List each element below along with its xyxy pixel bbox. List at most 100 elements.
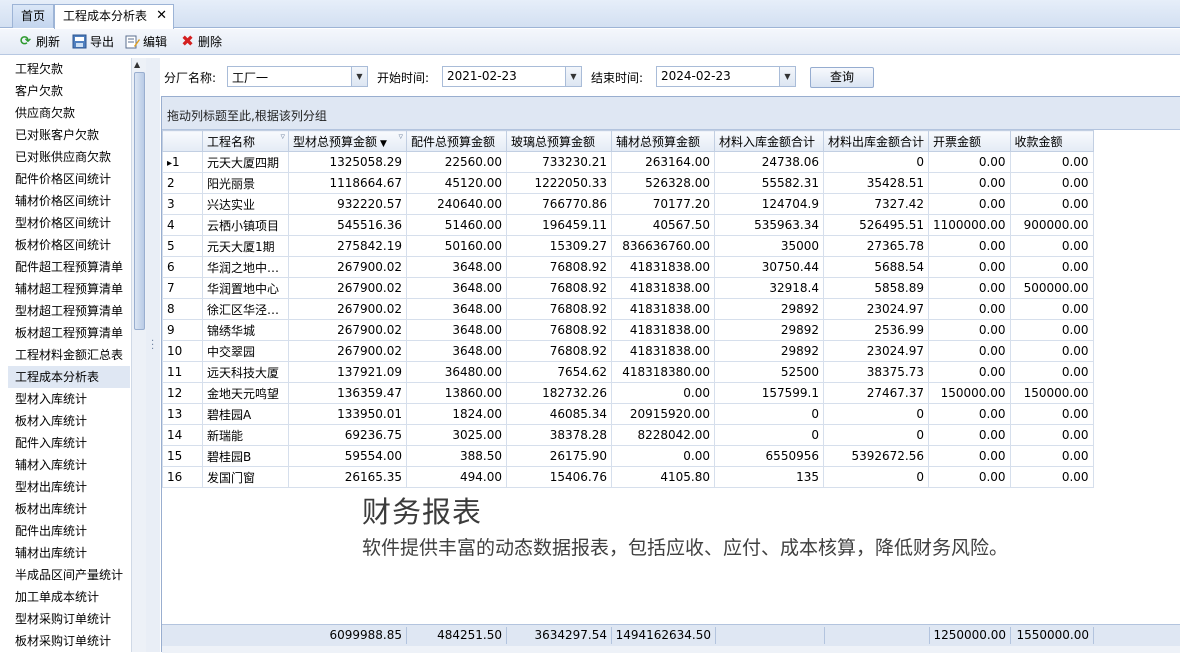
group-by-panel[interactable]: 拖动列标题至此,根据该列分组 [162,97,1180,130]
table-row[interactable]: 15 碧桂园B 59554.00 388.50 26175.90 0.00 6550956 5… [162,445,1094,467]
nav-item[interactable]: 已对账客户欠款 [8,124,130,146]
project-name-cell: 云栖小镇项目 [202,214,289,236]
column-header[interactable]: 玻璃总预算金额 [506,130,612,152]
table-row[interactable]: 8 徐汇区华泾… 267900.02 3648.00 76808.92 41831838.… [162,298,1094,320]
filter-icon[interactable]: ▿ [280,132,285,142]
table-row[interactable]: 12 金地天元鸣望 136359.47 13860.00 182732.26 0.00 15… [162,382,1094,404]
amount-cell: 29892 [714,298,824,320]
close-icon[interactable]: ✕ [156,5,167,27]
nav-item[interactable]: 型材价格区间统计 [8,212,130,234]
table-row[interactable]: 7 华润置地中心 267900.02 3648.00 76808.92 41831838.… [162,277,1094,299]
amount-cell: 267900.02 [288,277,407,299]
end-date-field[interactable]: 2024-02-23 ▼ [656,66,796,87]
row-number: 12 [167,386,183,400]
nav-item[interactable]: 辅材入库统计 [8,454,130,476]
nav-item[interactable]: 辅材出库统计 [8,542,130,564]
nav-item[interactable]: 已对账供应商欠款 [8,146,130,168]
factory-value: 工厂一 [232,71,269,85]
table-row[interactable]: ▸1 元天大厦四期 1325058.29 22560.00 733230.21 26316… [162,151,1094,173]
amount-cell: 3648.00 [406,298,507,320]
column-header[interactable]: 配件总预算金额 [406,130,507,152]
amount-cell: 0.00 [928,340,1011,362]
nav-item[interactable]: 工程成本分析表 [8,366,130,388]
row-number-cell: 9 [162,319,203,341]
edit-button[interactable]: 编辑 [123,33,167,51]
column-header[interactable]: 工程名称 ▿ [202,130,289,152]
amount-cell: 3648.00 [406,277,507,299]
nav-item[interactable]: 板材采购订单统计 [8,630,130,652]
table-row[interactable]: 13 碧桂园A 133950.01 1824.00 46085.34 20915920.0… [162,403,1094,425]
amount-cell: 900000.00 [1009,214,1094,236]
delete-button[interactable]: ✖ 删除 [178,33,222,51]
nav-item[interactable]: 辅材超工程预算清单 [8,278,130,300]
nav-item[interactable]: 配件价格区间统计 [8,168,130,190]
toolbar: ⟳ 刷新 导出 编辑 ✖ 删除 [0,29,1180,55]
column-header-label: 型材总预算金额 [293,134,378,149]
column-header[interactable]: 开票金额 [928,130,1011,152]
chevron-down-icon[interactable]: ▼ [779,67,795,86]
table-row[interactable]: 5 元天大厦1期 275842.19 50160.00 15309.27 83663676… [162,235,1094,257]
nav-item[interactable]: 半成品区间产量统计 [8,564,130,586]
query-button[interactable]: 查询 [810,67,874,88]
nav-item[interactable]: 型材出库统计 [8,476,130,498]
row-number: 13 [167,407,183,421]
amount-cell: 3025.00 [406,424,507,446]
nav-item[interactable]: 板材价格区间统计 [8,234,130,256]
column-header-label: 开票金额 [933,134,982,149]
nav-item[interactable]: 板材超工程预算清单 [8,322,130,344]
scroll-up-icon[interactable]: ▲ [134,60,140,69]
nav-item[interactable]: 型材超工程预算清单 [8,300,130,322]
nav-item[interactable]: 客户欠款 [8,80,130,102]
amount-cell: 41831838.00 [611,298,715,320]
delete-label: 删除 [198,35,223,49]
table-row[interactable]: 6 华润之地中… 267900.02 3648.00 76808.92 41831838.… [162,256,1094,278]
export-button[interactable]: 导出 [70,33,114,51]
panel-splitter[interactable]: · · · [146,58,160,652]
amount-cell: 136359.47 [288,382,407,404]
column-header[interactable]: 收款金额 [1009,130,1094,152]
tab-home[interactable]: 首页 [12,4,54,28]
nav-item[interactable]: 配件超工程预算清单 [8,256,130,278]
amount-cell: 388.50 [406,445,507,467]
table-row[interactable]: 2 阳光丽景 1118664.67 45120.00 1222050.33 526328.… [162,172,1094,194]
refresh-button[interactable]: ⟳ 刷新 [16,33,60,51]
column-header[interactable]: 型材总预算金额 ▼ ▿ [288,130,407,152]
amount-cell: 535963.34 [714,214,824,236]
nav-scrollbar[interactable]: ▲ [131,58,146,652]
nav-item[interactable]: 配件出库统计 [8,520,130,542]
table-row[interactable]: 9 锦绣华城 267900.02 3648.00 76808.92 41831838.00… [162,319,1094,341]
factory-combo[interactable]: 工厂一 ▼ [227,66,368,87]
nav-item[interactable]: 配件入库统计 [8,432,130,454]
nav-item[interactable]: 供应商欠款 [8,102,130,124]
sort-desc-icon: ▼ [380,138,387,149]
nav-item[interactable]: 工程材料金额汇总表 [8,344,130,366]
amount-cell: 13860.00 [406,382,507,404]
table-row[interactable]: 14 新瑞能 69236.75 3025.00 38378.28 8228042.00 0 0… [162,424,1094,446]
nav-item[interactable]: 板材入库统计 [8,410,130,432]
amount-cell: 15406.76 [506,466,612,488]
nav-item[interactable]: 型材入库统计 [8,388,130,410]
nav-item[interactable]: 工程欠款 [8,58,130,80]
scroll-thumb[interactable] [134,72,145,330]
project-name-cell: 元天大厦1期 [202,235,289,257]
table-row[interactable]: 3 兴达实业 932220.57 240640.00 766770.86 70177.20… [162,193,1094,215]
column-header[interactable]: 辅材总预算金额 [611,130,715,152]
table-row[interactable]: 16 发国门窗 26165.35 494.00 15406.76 4105.80 135 0 0… [162,466,1094,488]
filter-icon[interactable]: ▿ [398,132,403,142]
nav-item[interactable]: 板材出库统计 [8,498,130,520]
table-row[interactable]: 11 远天科技大厦 137921.09 36480.00 7654.62 41831838… [162,361,1094,383]
column-header[interactable]: 材料入库金额合计 [714,130,824,152]
data-table: 工程名称 ▿ 型材总预算金额 ▼ ▿ 配件总预算金额 玻璃总预算金额 辅材总预算金额 材料入库金… [162,130,1094,488]
column-header[interactable]: 材料出库金额合计 [823,130,929,152]
tab-cost-analysis[interactable]: 工程成本分析表 ✕ [54,4,174,29]
start-date-field[interactable]: 2021-02-23 ▼ [442,66,582,87]
table-row[interactable]: 4 云栖小镇项目 545516.36 51460.00 196459.11 40567.5… [162,214,1094,236]
amount-cell: 0.00 [1009,235,1094,257]
chevron-down-icon[interactable]: ▼ [565,67,581,86]
table-row[interactable]: 10 中交翠园 267900.02 3648.00 76808.92 41831838.0… [162,340,1094,362]
chevron-down-icon[interactable]: ▼ [351,67,367,86]
nav-item[interactable]: 型材采购订单统计 [8,608,130,630]
nav-item[interactable]: 辅材价格区间统计 [8,190,130,212]
amount-cell: 4105.80 [611,466,715,488]
nav-item[interactable]: 加工单成本统计 [8,586,130,608]
